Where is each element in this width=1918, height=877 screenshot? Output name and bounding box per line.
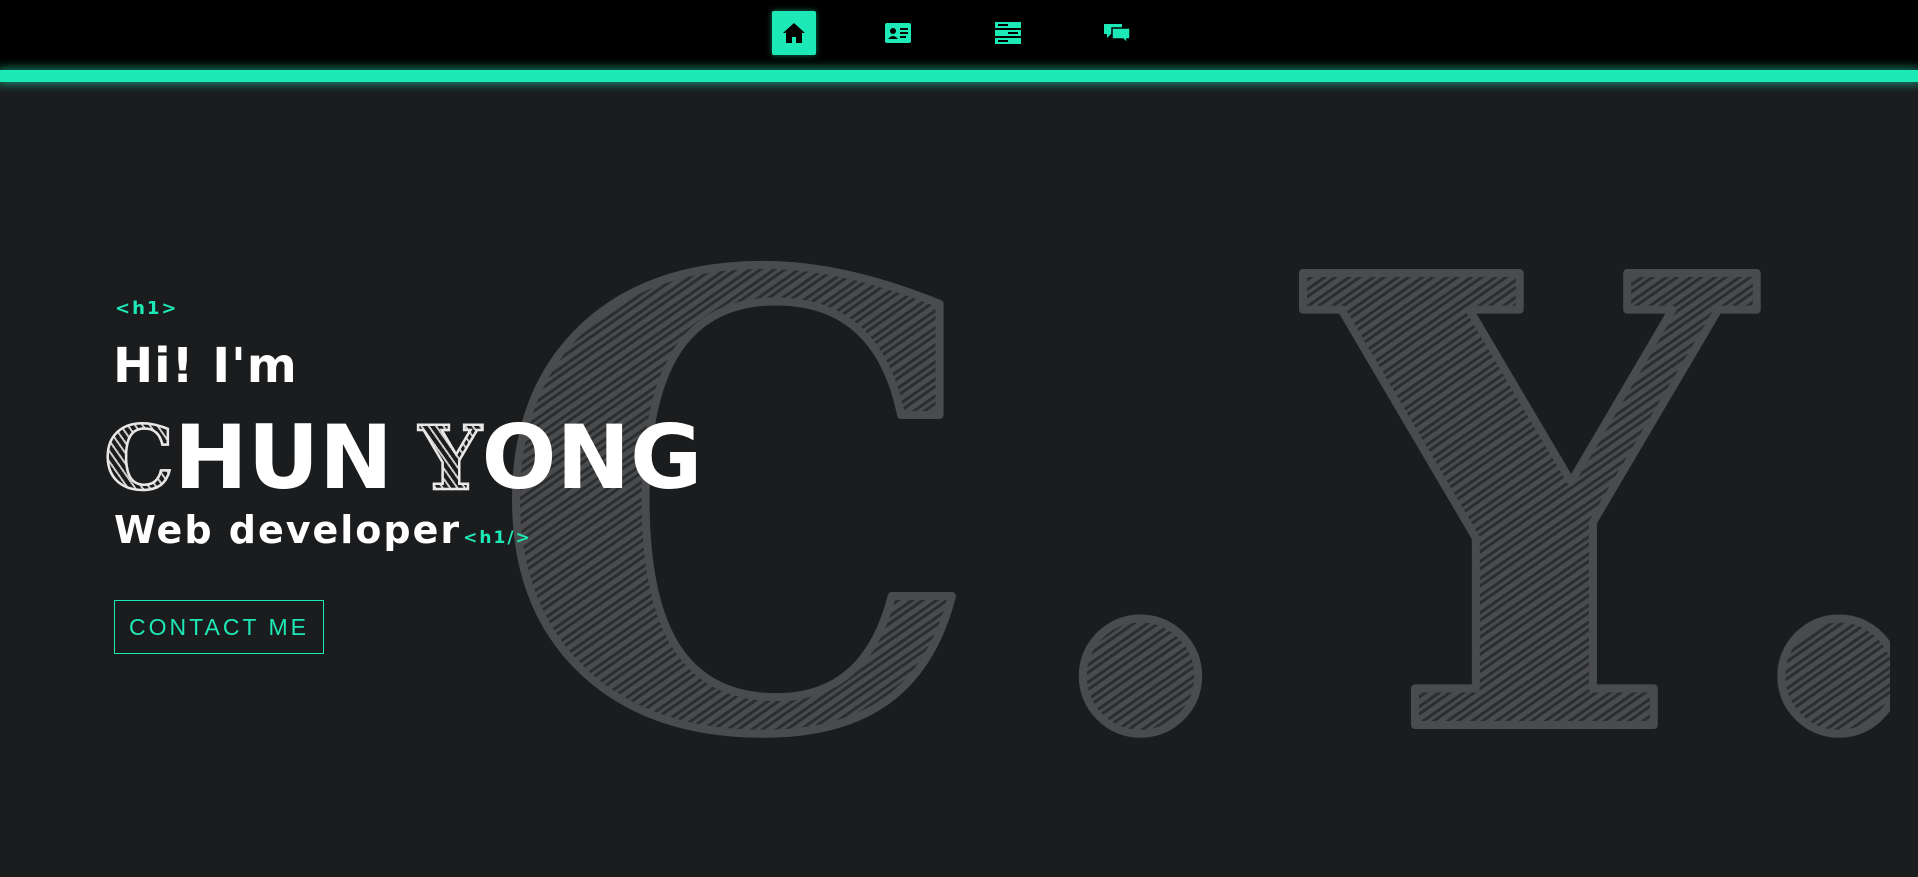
- server-stack-icon: [995, 22, 1021, 44]
- nav-contact-button[interactable]: [1095, 11, 1139, 55]
- h1-close-tag: <h1/>: [463, 528, 532, 548]
- chat-bubbles-icon: [1104, 24, 1131, 45]
- name-last-rest: ONG: [481, 406, 703, 509]
- h1-open-tag: <h1>: [115, 298, 179, 319]
- name-last-initial: Y: [418, 406, 483, 510]
- name-heading: C HUN Y ONG: [103, 406, 703, 510]
- main-nav: [0, 0, 1918, 70]
- role-line: Web developer <h1/>: [114, 508, 532, 552]
- greeting-text: Hi! I'm: [113, 338, 298, 394]
- nav-projects-button[interactable]: [986, 11, 1030, 55]
- home-icon: [783, 23, 805, 43]
- accent-divider: [0, 70, 1918, 82]
- id-card-icon: [885, 23, 911, 43]
- role-text: Web developer: [114, 508, 462, 552]
- name-first-initial: C: [103, 406, 176, 510]
- nav-home-button[interactable]: [772, 11, 816, 55]
- name-first-rest: HUN: [174, 406, 393, 509]
- contact-me-button[interactable]: CONTACT ME: [114, 600, 324, 654]
- nav-about-button[interactable]: [876, 11, 920, 55]
